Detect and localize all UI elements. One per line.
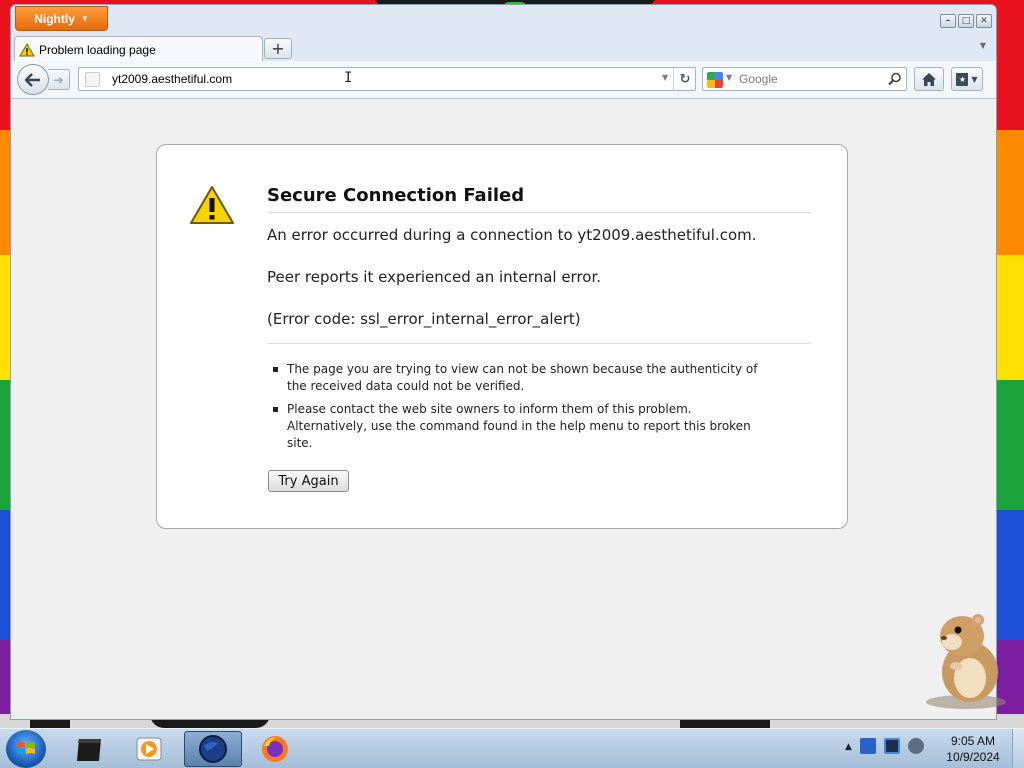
maximize-button[interactable]: □ xyxy=(958,14,974,28)
tray-network-icon[interactable] xyxy=(860,738,876,754)
app-menu-label: Nightly xyxy=(34,11,75,26)
taskbar-terminal-button[interactable] xyxy=(60,731,118,767)
windows-logo-icon xyxy=(17,742,35,754)
tab-title: Problem loading page xyxy=(39,42,156,57)
warning-icon xyxy=(19,42,35,56)
text-cursor-icon: I xyxy=(344,70,353,86)
globe-browser-icon xyxy=(199,735,227,763)
clock-time: 9:05 AM xyxy=(950,734,996,748)
home-icon xyxy=(922,72,936,86)
back-button[interactable] xyxy=(17,64,49,95)
start-button[interactable] xyxy=(6,730,46,768)
tab-bar: Problem loading page + ▼ xyxy=(11,34,996,62)
taskbar-firefox-button[interactable] xyxy=(246,731,304,767)
new-tab-button[interactable]: + xyxy=(264,38,292,59)
tray-display-icon[interactable] xyxy=(884,738,900,754)
try-again-button[interactable]: Try Again xyxy=(268,470,349,492)
terminal-icon xyxy=(77,739,101,761)
page-content: Secure Connection Failed An error occurr… xyxy=(11,99,996,719)
site-identity-icon[interactable] xyxy=(85,72,100,87)
minimize-button[interactable]: – xyxy=(940,14,956,28)
bookmarks-icon: ★ xyxy=(956,72,969,86)
url-history-dropdown-icon[interactable]: ▼ xyxy=(662,73,668,82)
error-box: Secure Connection Failed An error occurr… xyxy=(156,144,848,529)
chevron-down-icon: ▼ xyxy=(80,14,89,23)
browser-window: Nightly ▼ – □ ✕ Problem loading page + ▼… xyxy=(10,4,997,720)
google-engine-icon[interactable] xyxy=(707,72,723,88)
error-detail: Peer reports it experienced an internal … xyxy=(267,268,602,286)
reload-button[interactable]: ↻ xyxy=(673,68,696,90)
clock[interactable]: 9:05 AM 10/9/2024 xyxy=(940,733,1006,765)
url-text[interactable]: yt2009.aesthetiful.com xyxy=(112,72,232,86)
search-icon[interactable] xyxy=(885,69,905,89)
bullet-item: Please contact the web site owners to in… xyxy=(267,401,767,452)
search-bar: ▼ xyxy=(702,67,907,91)
home-button[interactable] xyxy=(914,67,944,91)
window-controls: – □ ✕ xyxy=(940,14,992,28)
show-hidden-icons-arrow-icon[interactable]: ▲ xyxy=(845,742,852,752)
error-message: An error occurred during a connection to… xyxy=(267,226,757,244)
back-arrow-icon xyxy=(25,72,40,87)
taskbar: ▲ 9:05 AM 10/9/2024 xyxy=(0,728,1024,768)
navigation-toolbar: ➔ yt2009.aesthetiful.com I ▼ ↻ ▼ Google … xyxy=(11,61,996,99)
taskbar-browser-button[interactable] xyxy=(184,731,242,767)
app-menu-button[interactable]: Nightly ▼ xyxy=(15,6,108,31)
error-title: Secure Connection Failed xyxy=(267,185,811,213)
bookmarks-button[interactable]: ★ ▼ xyxy=(951,67,983,91)
chevron-down-icon: ▼ xyxy=(971,74,978,84)
bullet-item: The page you are trying to view can not … xyxy=(267,361,767,395)
firefox-icon xyxy=(262,736,288,762)
tray-speaker-icon[interactable] xyxy=(908,738,924,754)
warning-icon xyxy=(190,186,234,224)
search-engine-dropdown-icon[interactable]: ▼ xyxy=(726,73,732,82)
url-bar[interactable]: yt2009.aesthetiful.com I ▼ ↻ xyxy=(78,67,696,91)
close-button[interactable]: ✕ xyxy=(976,14,992,28)
clock-date: 10/9/2024 xyxy=(946,750,1000,764)
media-player-icon xyxy=(136,737,162,761)
system-tray xyxy=(860,738,924,754)
tab-list-chevron-icon[interactable]: ▼ xyxy=(980,41,986,50)
divider xyxy=(267,343,811,344)
error-code: (Error code: ssl_error_internal_error_al… xyxy=(267,310,581,328)
search-input[interactable] xyxy=(739,71,879,87)
tab-active[interactable]: Problem loading page xyxy=(14,36,263,62)
taskbar-media-player-button[interactable] xyxy=(120,731,178,767)
show-desktop-button[interactable] xyxy=(1012,729,1024,768)
forward-button[interactable]: ➔ xyxy=(48,69,70,90)
hamster-mascot-icon xyxy=(926,614,1006,709)
